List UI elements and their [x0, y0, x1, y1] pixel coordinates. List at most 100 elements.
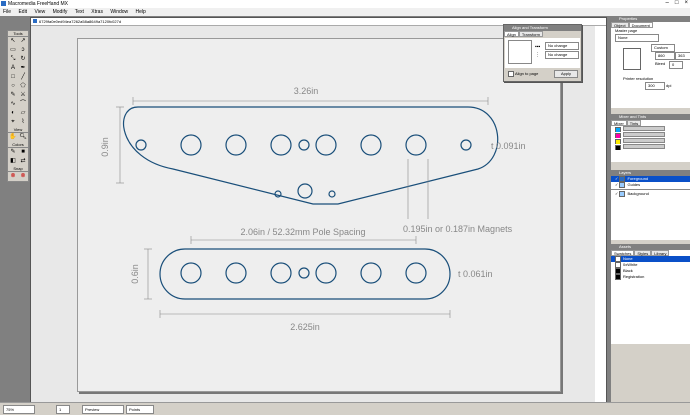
layer-background[interactable]: ✓ Background — [611, 191, 690, 197]
swap-colors-icon[interactable]: ⇄ — [18, 157, 28, 166]
black-slider[interactable] — [623, 144, 665, 149]
swatch-name: None — [623, 256, 633, 262]
tools-grid: ↖ ↗ ▭ ↄ ⤡ ↻ A ✒ □ ╱ ○ ⬠ ✎ ⚔ ∿ ⌒ ◐ ▱ ⌖ ⌇ — [8, 37, 28, 127]
bottom-thickness-label: t 0.061in — [458, 269, 493, 279]
view-mode-select[interactable]: Preview — [82, 405, 124, 414]
pole-hole — [360, 262, 382, 284]
pen-tool-icon[interactable]: ✒ — [18, 64, 28, 73]
line-tool-icon[interactable]: ╱ — [18, 73, 28, 82]
text-tool-icon[interactable]: A — [8, 64, 18, 73]
pointer-tool-icon[interactable]: ↖ — [8, 37, 18, 46]
trace-tool-icon[interactable]: ⌖ — [8, 118, 18, 127]
swatch-registration[interactable]: Registration — [611, 274, 690, 280]
subselect-tool-icon[interactable]: ↗ — [18, 37, 28, 46]
magnets-label: 0.195in or 0.187in Magnets — [403, 224, 513, 234]
minimize-icon[interactable]: – — [666, 0, 669, 8]
maximize-icon[interactable]: □ — [675, 0, 679, 8]
close-icon[interactable]: × — [684, 0, 688, 8]
top-thickness-label: t 0.091in — [491, 141, 526, 151]
default-colors-icon[interactable]: ◧ — [8, 157, 18, 166]
units-select[interactable]: Points — [126, 405, 154, 414]
bottom-height-label: 0.6in — [130, 264, 140, 284]
zoom-tool-icon[interactable]: 🔍︎ — [18, 133, 28, 142]
freeform-tool-icon[interactable]: ∿ — [8, 100, 18, 109]
bezigon-tool-icon[interactable]: ⌒ — [18, 100, 28, 109]
stroke-color-icon[interactable]: ✎ — [8, 148, 18, 157]
apply-button[interactable]: Apply — [554, 70, 578, 78]
bleed-input[interactable]: 0 — [669, 61, 683, 69]
vertical-align-select[interactable]: No change — [545, 51, 579, 59]
black-swatch[interactable] — [615, 144, 621, 150]
tab-library[interactable]: Library — [651, 250, 670, 256]
page-thumbnail[interactable] — [623, 48, 641, 70]
fill-color-icon[interactable]: ■ — [18, 148, 28, 157]
page-tool-icon[interactable]: ▭ — [8, 46, 18, 55]
mount-hole — [460, 139, 472, 151]
magenta-slider[interactable] — [623, 132, 665, 137]
bottom-plate-holes — [180, 262, 427, 284]
mount-hole — [135, 139, 147, 151]
align-to-page-checkbox[interactable] — [508, 71, 514, 77]
rectangle-tool-icon[interactable]: □ — [8, 73, 18, 82]
tab-styles[interactable]: Styles — [634, 250, 652, 256]
right-panels: Properties Object Document Master page N… — [611, 16, 690, 402]
page-size-select[interactable]: Custom — [651, 44, 675, 52]
polygon-tool-icon[interactable]: ⬠ — [18, 82, 28, 91]
lasso-tool-icon[interactable]: ↄ — [18, 46, 28, 55]
yellow-slider[interactable] — [623, 138, 665, 143]
layer-color-icon — [619, 191, 626, 197]
swatch-name: Black — [623, 268, 633, 274]
menu-window[interactable]: Window — [110, 8, 128, 16]
pole-hole — [270, 262, 292, 284]
menu-edit[interactable]: Edit — [18, 8, 27, 16]
pole-hole — [405, 134, 427, 156]
layer-name: Background — [627, 191, 649, 197]
top-plate-outline[interactable] — [123, 106, 499, 205]
menu-help[interactable]: Help — [136, 8, 146, 16]
menu-text[interactable]: Text — [75, 8, 84, 16]
layer-name: Guides — [627, 182, 641, 188]
swatch-name: 0xWhite — [623, 262, 638, 268]
pole-hole — [315, 134, 337, 156]
rotate-tool-icon[interactable]: ↻ — [18, 55, 28, 64]
bottom-hole — [274, 190, 282, 198]
printer-resolution-select[interactable]: 300 — [645, 82, 665, 90]
snap-on-icon[interactable]: ⊗ — [8, 172, 18, 181]
align-controls: ▪▪▪ No change ⋮ No change — [505, 38, 580, 68]
page-y-input[interactable]: 363 — [675, 52, 690, 60]
snap-off-icon[interactable]: ⊗ — [18, 172, 28, 181]
knife-tool-icon[interactable]: ⚔ — [18, 91, 28, 100]
page-select[interactable]: 1 — [56, 405, 70, 414]
tab-transform[interactable]: Transform — [518, 31, 543, 37]
spacing-dimension-lines — [190, 236, 417, 244]
menu-xtras[interactable]: Xtras — [91, 8, 103, 16]
tools-panel: Tools ↖ ↗ ▭ ↄ ⤡ ↻ A ✒ □ ╱ ○ ⬠ ✎ ⚔ ∿ ⌒ ◐ … — [7, 30, 29, 182]
tab-align[interactable]: Align — [504, 31, 519, 37]
align-panel-tabs: Align Transform — [504, 31, 581, 37]
zoom-select[interactable]: 75% — [3, 405, 35, 414]
align-preview-box[interactable] — [508, 40, 532, 64]
app-icon — [1, 1, 6, 6]
pencil-tool-icon[interactable]: ✎ — [8, 91, 18, 100]
layer-guides[interactable]: ✓ Guides — [611, 182, 690, 188]
master-page-select[interactable]: None — [615, 34, 659, 42]
mixer-row — [611, 144, 690, 150]
menu-view[interactable]: View — [34, 8, 45, 16]
hand-tool-icon[interactable]: ✋ — [8, 133, 18, 142]
scale-tool-icon[interactable]: ⤡ — [8, 55, 18, 64]
page-x-input[interactable]: 860 — [655, 52, 675, 60]
horizontal-align-select[interactable]: No change — [545, 42, 579, 50]
layer-name: Foreground — [627, 176, 649, 182]
cyan-slider[interactable] — [623, 126, 665, 131]
perspective-tool-icon[interactable]: ▱ — [18, 109, 28, 118]
pole-hole — [225, 262, 247, 284]
pole-hole — [360, 134, 382, 156]
blend-tool-icon[interactable]: ◐ — [8, 109, 18, 118]
eyedropper-tool-icon[interactable]: ⌇ — [18, 118, 28, 127]
menu-file[interactable]: File — [3, 8, 11, 16]
assets-title: Assets — [611, 244, 690, 250]
ellipse-tool-icon[interactable]: ○ — [8, 82, 18, 91]
pole-hole — [225, 134, 247, 156]
menu-modify[interactable]: Modify — [53, 8, 68, 16]
window-controls: – □ × — [666, 0, 688, 8]
